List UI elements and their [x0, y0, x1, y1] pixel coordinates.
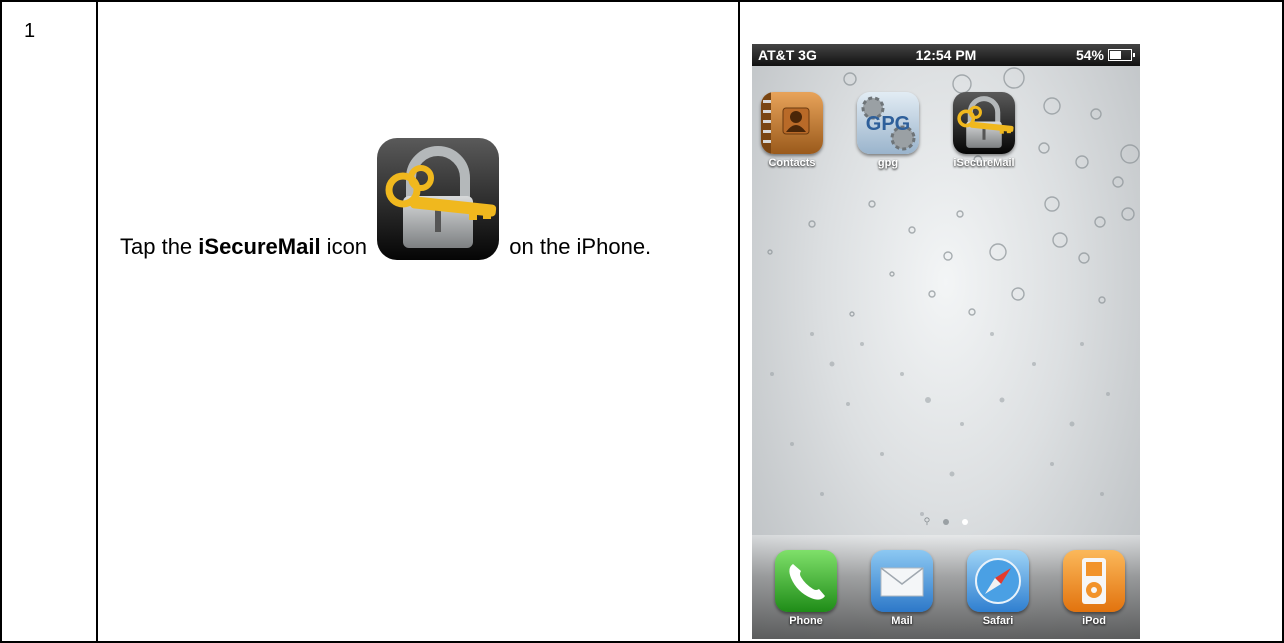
instruction-prefix: Tap the: [120, 234, 199, 259]
app-label: Safari: [982, 615, 1014, 627]
screenshot-cell: AT&T 3G 12:54 PM 54% Contacts GPG gpg iS…: [738, 0, 1284, 643]
step-number-cell: 1: [0, 0, 98, 643]
app-label: Phone: [789, 615, 823, 627]
app-gpg[interactable]: GPG gpg: [848, 92, 928, 169]
contacts-icon: [761, 92, 823, 154]
app-label: Contacts: [768, 157, 816, 169]
page-dot-active: [962, 519, 969, 525]
mail-icon: [871, 550, 933, 612]
phone-icon: [775, 550, 837, 612]
instruction-middle: icon: [320, 234, 374, 259]
app-label: iPod: [1082, 615, 1106, 627]
app-label: gpg: [877, 157, 899, 169]
app-name: iSecureMail: [198, 234, 321, 259]
step-number: 1: [24, 20, 36, 42]
page-indicator[interactable]: ⚲: [752, 510, 1140, 529]
battery-indicator: 54%: [1075, 47, 1135, 63]
ipod-icon: [1063, 550, 1125, 612]
instruction-table: 1 Tap the iSecureMail icon on the iPhone…: [0, 0, 1284, 643]
app-isecuremail[interactable]: iSecureMail: [944, 92, 1024, 169]
compass-icon: [967, 550, 1029, 612]
app-contacts[interactable]: Contacts: [752, 92, 832, 169]
gpg-logo-text: GPG: [866, 113, 910, 135]
dock-app-ipod[interactable]: iPod: [1054, 550, 1134, 627]
battery-icon: [1108, 49, 1135, 61]
app-label: Mail: [891, 615, 913, 627]
page-dot: [943, 519, 950, 525]
search-icon: ⚲: [923, 517, 931, 527]
battery-fill: [1110, 51, 1121, 59]
instruction-cell: Tap the iSecureMail icon on the iPhone.: [96, 0, 740, 643]
instruction-text: Tap the iSecureMail icon on the iPhone.: [98, 2, 738, 264]
instruction-suffix: on the iPhone.: [503, 234, 652, 259]
status-bar: AT&T 3G 12:54 PM 54%: [752, 44, 1140, 66]
dock-app-safari[interactable]: Safari: [958, 550, 1038, 627]
dock-app-phone[interactable]: Phone: [766, 550, 846, 627]
lock-key-icon: [377, 138, 500, 260]
iphone-home-screen: AT&T 3G 12:54 PM 54% Contacts GPG gpg iS…: [752, 44, 1140, 639]
gpg-icon: GPG: [857, 92, 919, 154]
battery-percent: 54%: [1075, 47, 1104, 63]
lock-key-icon: [953, 92, 1015, 154]
dock-app-mail[interactable]: Mail: [862, 550, 942, 627]
app-label: iSecureMail: [953, 157, 1015, 169]
